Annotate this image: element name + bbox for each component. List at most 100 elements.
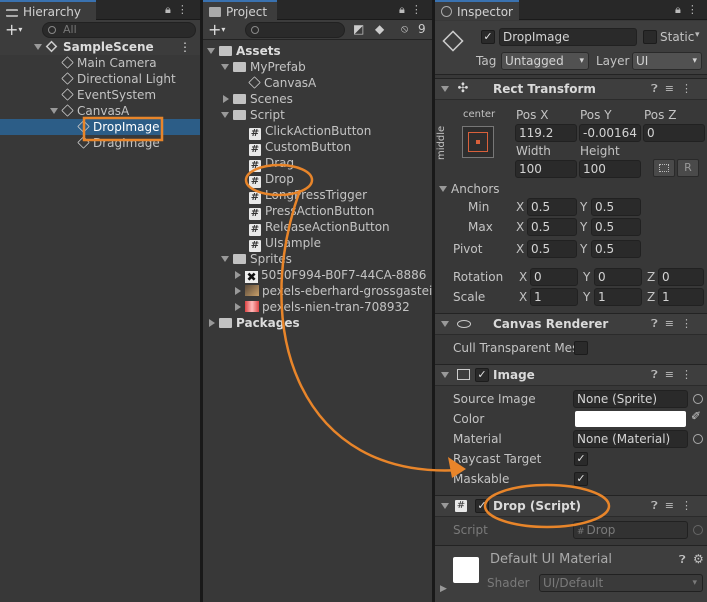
rotation-x-field[interactable]: 0	[530, 268, 578, 286]
script-item[interactable]: # Drop	[203, 171, 432, 188]
pivot-x-field[interactable]: 0.5	[527, 240, 577, 258]
script-item[interactable]: # ReleaseActionButton	[203, 219, 432, 236]
script-item[interactable]: # UIsample	[203, 235, 432, 252]
anchor-min-y-field[interactable]: 0.5	[591, 198, 641, 216]
width-field[interactable]: 100	[515, 160, 577, 178]
chevron-down-icon[interactable]	[221, 256, 229, 262]
scale-y-field[interactable]: 1	[594, 288, 642, 306]
chevron-down-icon[interactable]	[221, 64, 229, 70]
pivot-y-field[interactable]: 0.5	[591, 240, 641, 258]
chevron-down-icon[interactable]	[34, 44, 42, 50]
script-item[interactable]: # ClickActionButton	[203, 123, 432, 140]
object-picker-icon[interactable]	[693, 394, 703, 404]
kebab-menu-icon[interactable]: ⋮	[681, 82, 699, 95]
anchor-presets-button[interactable]	[462, 126, 494, 158]
gear-icon[interactable]: ⚙	[693, 552, 704, 566]
help-icon[interactable]: ❓︎	[679, 553, 686, 567]
sprite-item[interactable]: pexels-eberhard-grossgasteig	[203, 283, 432, 299]
chevron-down-icon[interactable]: ▾	[695, 30, 700, 40]
create-button[interactable]: +▾	[5, 20, 22, 39]
tab-project[interactable]: Project	[203, 0, 277, 20]
panel-divider[interactable]	[200, 0, 203, 602]
script-enabled-checkbox[interactable]: ✓	[475, 499, 489, 513]
tab-inspector[interactable]: Inspector	[435, 0, 519, 20]
list-item[interactable]: DragImage	[0, 135, 200, 151]
list-item[interactable]: Directional Light	[0, 71, 200, 87]
help-icon[interactable]: ❓︎	[651, 499, 665, 512]
raw-edit-button[interactable]: R	[677, 159, 699, 177]
scene-row[interactable]: SampleScene ⋮	[0, 39, 200, 55]
kebab-menu-icon[interactable]: ⋮	[681, 368, 699, 381]
project-search-input[interactable]	[245, 22, 345, 38]
chevron-right-icon[interactable]: ▶	[440, 584, 447, 594]
tag-dropdown[interactable]: Untagged ▾	[501, 52, 589, 70]
anchors-foldout[interactable]: Anchors	[439, 180, 500, 198]
rect-transform-header[interactable]: ✣ Rect Transform ❓︎≡⋮	[435, 78, 707, 100]
lock-icon[interactable]: 🔒︎	[399, 3, 411, 16]
active-checkbox[interactable]: ✓	[481, 30, 495, 44]
chevron-down-icon[interactable]	[221, 112, 229, 118]
script-item[interactable]: # CustomButton	[203, 139, 432, 156]
settings-sliders-icon[interactable]: ≡	[665, 368, 681, 381]
scale-z-field[interactable]: 1	[658, 288, 704, 306]
folder-scenes[interactable]: Scenes	[203, 91, 432, 107]
lock-icon[interactable]: 🔒︎	[675, 3, 687, 16]
color-swatch[interactable]	[575, 411, 686, 427]
kebab-menu-icon[interactable]: ⋮	[687, 3, 704, 16]
sprite-item[interactable]: pexels-nien-tran-708932	[203, 299, 432, 315]
chevron-right-icon[interactable]	[235, 271, 241, 279]
chevron-down-icon[interactable]	[50, 108, 58, 114]
tab-hierarchy[interactable]: Hierarchy	[0, 0, 96, 20]
chevron-right-icon[interactable]	[209, 319, 215, 327]
chevron-right-icon[interactable]	[235, 303, 241, 311]
settings-sliders-icon[interactable]: ≡	[665, 82, 681, 95]
image-component-header[interactable]: ✓ Image ❓︎≡⋮	[435, 364, 707, 386]
list-item-selected[interactable]: DropImage	[0, 119, 200, 135]
shader-dropdown[interactable]: UI/Default ▾	[539, 574, 703, 592]
folder-assets[interactable]: Assets	[203, 43, 432, 59]
list-item[interactable]: Main Camera	[0, 55, 200, 71]
sprite-item[interactable]: ✖ 5050F994-B0F7-44CA-8886	[203, 267, 432, 283]
source-image-field[interactable]: None (Sprite)	[573, 390, 688, 408]
raycast-target-checkbox[interactable]: ✓	[574, 452, 588, 466]
height-field[interactable]: 100	[579, 160, 641, 178]
chevron-right-icon[interactable]	[223, 95, 229, 103]
help-icon[interactable]: ❓︎	[651, 368, 665, 381]
prefab-item[interactable]: CanvasA	[203, 75, 432, 91]
help-icon[interactable]: ❓︎	[651, 82, 665, 95]
settings-sliders-icon[interactable]: ≡	[665, 317, 681, 330]
panel-divider[interactable]	[432, 0, 435, 602]
blueprint-mode-button[interactable]	[653, 159, 675, 177]
chevron-right-icon[interactable]	[235, 287, 241, 295]
list-item[interactable]: CanvasA	[0, 103, 200, 119]
anchor-max-y-field[interactable]: 0.5	[591, 218, 641, 236]
chevron-down-icon[interactable]	[441, 86, 449, 92]
folder-sprites[interactable]: Sprites	[203, 251, 432, 267]
image-enabled-checkbox[interactable]: ✓	[475, 368, 489, 382]
kebab-menu-icon[interactable]: ⋮	[177, 3, 194, 16]
anchor-min-x-field[interactable]: 0.5	[527, 198, 577, 216]
lock-icon[interactable]: 🔒︎	[165, 3, 177, 16]
chevron-down-icon[interactable]	[441, 321, 449, 327]
settings-sliders-icon[interactable]: ≡	[665, 499, 681, 512]
kebab-menu-icon[interactable]: ⋮	[179, 39, 191, 55]
script-item[interactable]: # LongPressTrigger	[203, 187, 432, 204]
rotation-z-field[interactable]: 0	[658, 268, 704, 286]
chevron-down-icon[interactable]	[441, 503, 449, 509]
kebab-menu-icon[interactable]: ⋮	[681, 317, 699, 330]
eyedropper-icon[interactable]: ✐	[691, 409, 701, 423]
cull-transparent-checkbox[interactable]	[574, 341, 588, 355]
scale-x-field[interactable]: 1	[530, 288, 578, 306]
pos-x-field[interactable]: 119.2	[515, 124, 577, 142]
script-item[interactable]: # PressActionButton	[203, 203, 432, 220]
help-icon[interactable]: ❓︎	[651, 317, 665, 330]
kebab-menu-icon[interactable]: ⋮	[681, 499, 699, 512]
object-picker-icon[interactable]	[693, 434, 703, 444]
object-name-field[interactable]: DropImage	[499, 28, 637, 46]
pos-y-field[interactable]: -0.00164	[579, 124, 641, 142]
maskable-checkbox[interactable]: ✓	[574, 472, 588, 486]
pos-z-field[interactable]: 0	[643, 124, 705, 142]
material-field[interactable]: None (Material)	[573, 430, 688, 448]
create-button[interactable]: +▾	[208, 20, 225, 39]
kebab-menu-icon[interactable]: ⋮	[411, 3, 428, 16]
